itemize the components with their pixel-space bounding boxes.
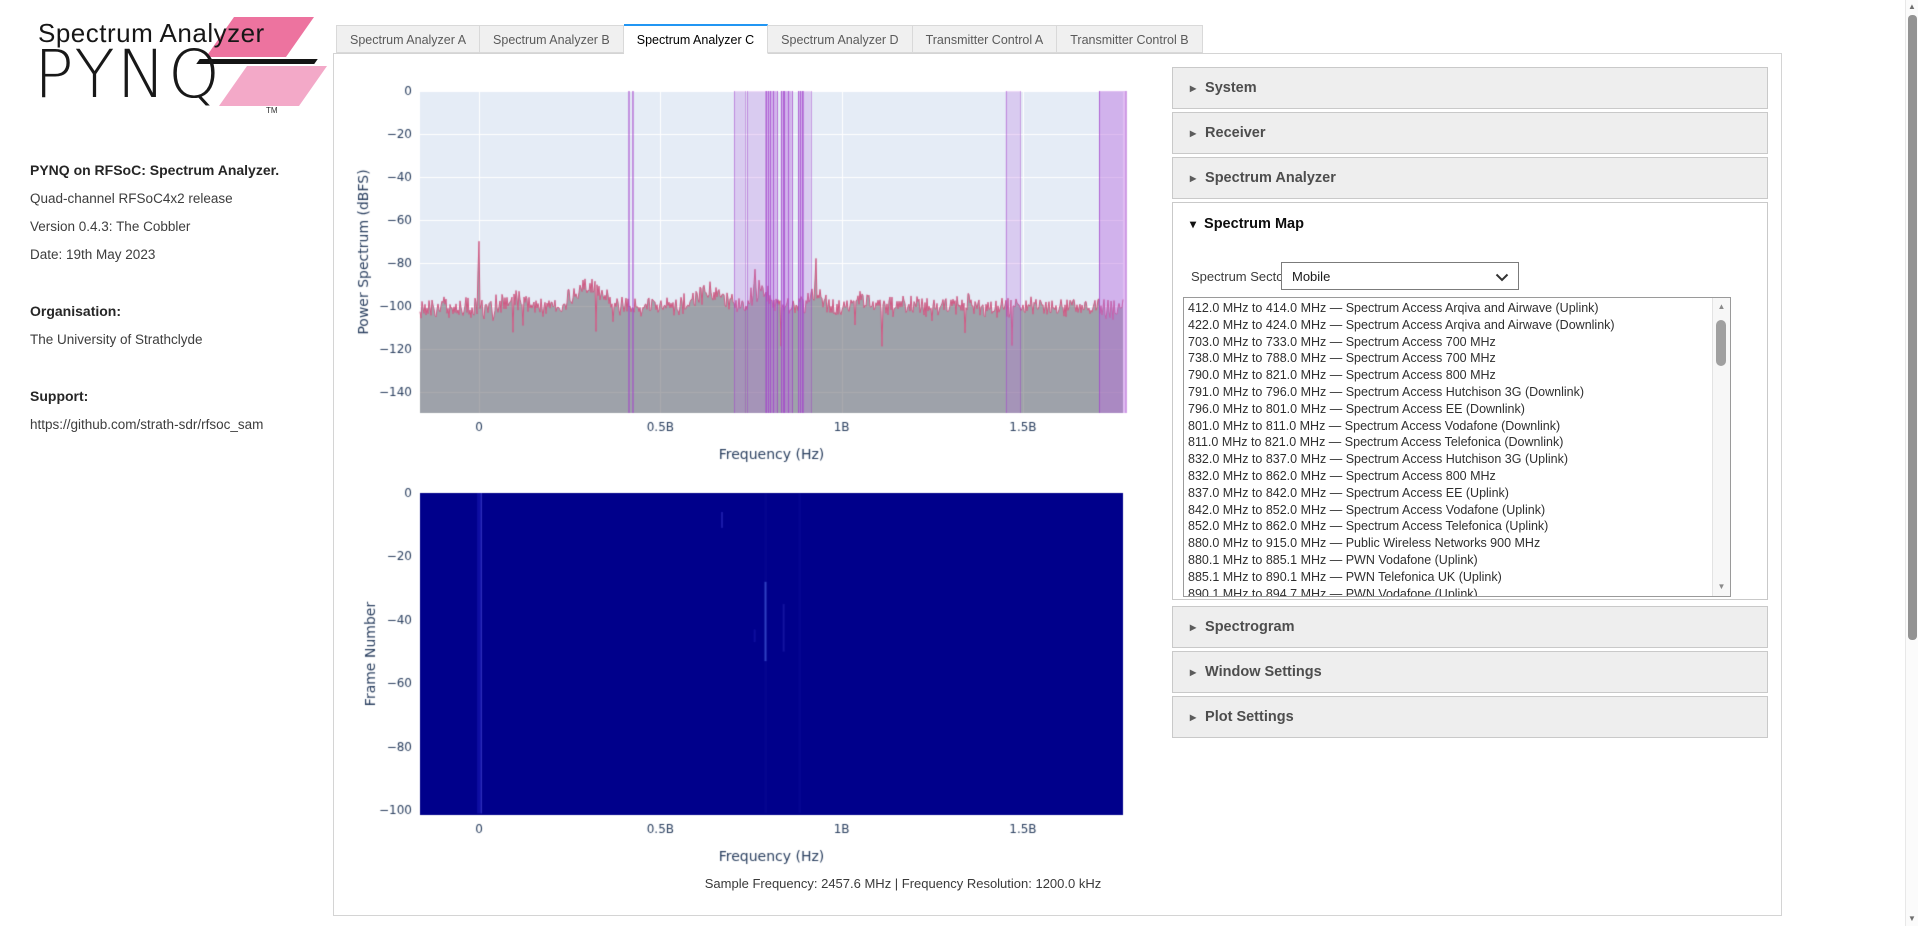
support-label: Support:	[30, 388, 88, 404]
accordion-bottom-group: ▸ Spectrogram ▸ Window Settings ▸ Plot Settin…	[1172, 606, 1768, 738]
spectrum-map-entry[interactable]: 801.0 MHz to 811.0 MHz — Spectrum Access…	[1188, 418, 1712, 435]
accordion-label: Spectrogram	[1205, 619, 1294, 635]
power-spectrum-plot[interactable]	[350, 60, 1140, 470]
accordion-label: Receiver	[1205, 125, 1265, 141]
spectrogram-plot[interactable]	[350, 470, 1140, 870]
chevron-right-icon: ▸	[1190, 81, 1196, 95]
sidebar-release: Quad-channel RFSoC4x2 release	[30, 191, 233, 206]
accordion-top-group: ▸ System ▸ Receiver ▸ Spectrum Analyzer	[1172, 67, 1768, 199]
chevron-right-icon: ▸	[1190, 126, 1196, 140]
spectrum-map-entry[interactable]: 796.0 MHz to 801.0 MHz — Spectrum Access…	[1188, 401, 1712, 418]
spectrum-map-entry[interactable]: 852.0 MHz to 862.0 MHz — Spectrum Access…	[1188, 518, 1712, 535]
spectrum-map-entry[interactable]: 790.0 MHz to 821.0 MHz — Spectrum Access…	[1188, 367, 1712, 384]
spectrum-sector-label: Spectrum Sector:	[1191, 269, 1291, 284]
sidebar-title: PYNQ on RFSoC: Spectrum Analyzer.	[30, 162, 279, 178]
tab-spectrum-analyzer-a[interactable]: Spectrum Analyzer A	[336, 25, 480, 53]
spectrum-map-entry[interactable]: 703.0 MHz to 733.0 MHz — Spectrum Access…	[1188, 334, 1712, 351]
spectrum-map-entry[interactable]: 791.0 MHz to 796.0 MHz — Spectrum Access…	[1188, 384, 1712, 401]
logo-wordmark: PYNQ	[34, 36, 222, 113]
spectrum-map-entry[interactable]: 811.0 MHz to 821.0 MHz — Spectrum Access…	[1188, 434, 1712, 451]
logo-parallelogram-light	[219, 66, 327, 106]
list-scrollbar-thumb[interactable]	[1716, 320, 1726, 366]
tab-transmitter-control-a[interactable]: Transmitter Control A	[913, 25, 1058, 53]
chevron-right-icon: ▸	[1190, 620, 1196, 634]
spectrum-map-entries: 412.0 MHz to 414.0 MHz — Spectrum Access…	[1184, 300, 1712, 597]
accordion-label: System	[1205, 80, 1257, 96]
tab-spectrum-analyzer-d[interactable]: Spectrum Analyzer D	[768, 25, 912, 53]
spectrum-map-entry[interactable]: 412.0 MHz to 414.0 MHz — Spectrum Access…	[1188, 300, 1712, 317]
accordion-header-spectrogram[interactable]: ▸ Spectrogram	[1172, 606, 1768, 648]
pynq-logo: Spectrum Analyzer PYNQ TM	[28, 10, 328, 120]
spectrum-map-entry[interactable]: 832.0 MHz to 837.0 MHz — Spectrum Access…	[1188, 451, 1712, 468]
accordion-label: Window Settings	[1205, 664, 1322, 680]
organisation-label: Organisation:	[30, 303, 121, 319]
tab-spectrum-analyzer-c[interactable]: Spectrum Analyzer C	[624, 24, 768, 54]
support-url: https://github.com/strath-sdr/rfsoc_sam	[30, 417, 263, 432]
accordion-header-window-settings[interactable]: ▸ Window Settings	[1172, 651, 1768, 693]
logo-trademark: TM	[266, 106, 278, 115]
spectrum-map-entry[interactable]: 890.1 MHz to 894.7 MHz — PWN Vodafone (U…	[1188, 586, 1712, 597]
spectrum-map-title: Spectrum Map	[1204, 216, 1304, 232]
scroll-up-icon[interactable]: ▲	[1906, 0, 1918, 14]
accordion-header-spectrum-analyzer[interactable]: ▸ Spectrum Analyzer	[1172, 157, 1768, 199]
spectrum-sector-select[interactable]: Mobile	[1281, 262, 1519, 290]
page-scrollbar[interactable]: ▲ ▼	[1905, 0, 1918, 926]
accordion-header-receiver[interactable]: ▸ Receiver	[1172, 112, 1768, 154]
accordion-header-system[interactable]: ▸ System	[1172, 67, 1768, 109]
chevron-right-icon: ▸	[1190, 665, 1196, 679]
scroll-down-icon[interactable]: ▼	[1713, 579, 1730, 595]
tab-spectrum-analyzer-b[interactable]: Spectrum Analyzer B	[480, 25, 624, 53]
page-scrollbar-thumb[interactable]	[1908, 15, 1917, 640]
accordion-header-plot-settings[interactable]: ▸ Plot Settings	[1172, 696, 1768, 738]
chevron-down-icon	[1495, 273, 1509, 282]
organisation-value: The University of Strathclyde	[30, 332, 203, 347]
spectrum-map-entry[interactable]: 832.0 MHz to 862.0 MHz — Spectrum Access…	[1188, 468, 1712, 485]
spectrum-map-list[interactable]: 412.0 MHz to 414.0 MHz — Spectrum Access…	[1183, 297, 1731, 597]
spectrum-map-entry[interactable]: 422.0 MHz to 424.0 MHz — Spectrum Access…	[1188, 317, 1712, 334]
spectrum-sector-value: Mobile	[1292, 269, 1330, 284]
spectrum-map-entry[interactable]: 842.0 MHz to 852.0 MHz — Spectrum Access…	[1188, 502, 1712, 519]
settings-accordion: ▸ System ▸ Receiver ▸ Spectrum Analyzer ▾ Spe…	[1172, 67, 1768, 741]
spectrum-map-entry[interactable]: 885.1 MHz to 890.1 MHz — PWN Telefonica …	[1188, 569, 1712, 586]
scroll-down-icon[interactable]: ▼	[1906, 912, 1918, 926]
spectrum-map-entry[interactable]: 880.1 MHz to 885.1 MHz — PWN Vodafone (U…	[1188, 552, 1712, 569]
accordion-label: Spectrum Analyzer	[1205, 170, 1336, 186]
sidebar-version: Version 0.4.3: The Cobbler	[30, 219, 190, 234]
sidebar: Spectrum Analyzer PYNQ TM PYNQ on RFSoC:…	[0, 0, 333, 926]
tab-bar: Spectrum Analyzer ASpectrum Analyzer BSp…	[336, 25, 1203, 54]
tab-transmitter-control-b[interactable]: Transmitter Control B	[1057, 25, 1202, 53]
accordion-section-spectrum-map: ▾ Spectrum Map Spectrum Sector: Mobile 4…	[1172, 202, 1768, 600]
spectrum-map-header[interactable]: ▾ Spectrum Map	[1173, 203, 1767, 232]
accordion-label: Plot Settings	[1205, 709, 1294, 725]
status-bar: Sample Frequency: 2457.6 MHz | Frequency…	[333, 876, 1473, 891]
chevron-down-icon: ▾	[1190, 217, 1196, 231]
spectrum-map-entry[interactable]: 880.0 MHz to 915.0 MHz — Public Wireless…	[1188, 535, 1712, 552]
chevron-right-icon: ▸	[1190, 710, 1196, 724]
sidebar-date: Date: 19th May 2023	[30, 247, 155, 262]
spectrum-map-entry[interactable]: 738.0 MHz to 788.0 MHz — Spectrum Access…	[1188, 350, 1712, 367]
spectrum-map-entry[interactable]: 837.0 MHz to 842.0 MHz — Spectrum Access…	[1188, 485, 1712, 502]
chevron-right-icon: ▸	[1190, 171, 1196, 185]
scroll-up-icon[interactable]: ▲	[1713, 299, 1730, 315]
list-scrollbar[interactable]: ▲ ▼	[1712, 298, 1730, 596]
